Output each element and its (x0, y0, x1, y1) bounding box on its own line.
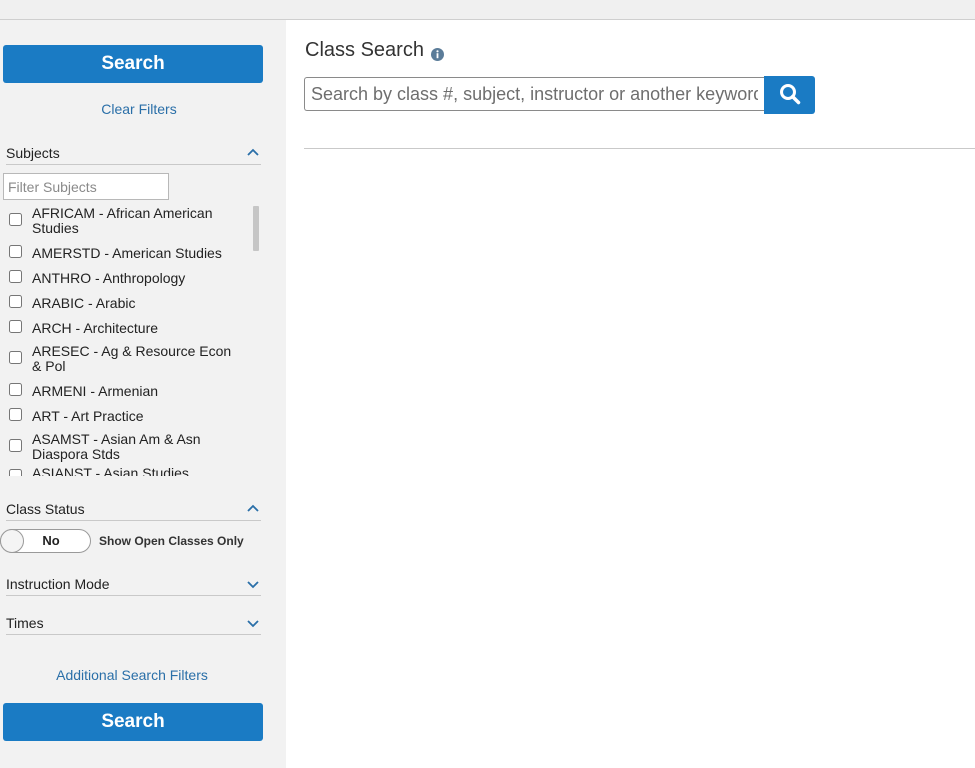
filter-subjects-input[interactable] (3, 173, 169, 200)
chevron-down-icon[interactable] (245, 576, 261, 592)
times-section-header[interactable]: Times (6, 613, 261, 635)
subject-checkbox[interactable] (9, 295, 22, 308)
subject-checkbox[interactable] (9, 439, 22, 452)
subject-checkbox[interactable] (9, 351, 22, 364)
subjects-scrollbar-thumb[interactable] (253, 206, 259, 251)
instruction-mode-section-header[interactable]: Instruction Mode (6, 574, 261, 596)
subject-label: ARMENI - Armenian (32, 383, 159, 399)
search-button-top[interactable]: Search (3, 45, 263, 83)
subject-label: ART - Art Practice (32, 408, 144, 424)
class-status-heading: Class Status (6, 501, 85, 517)
subjects-list[interactable]: AFRICAM - African American Studies AMERS… (0, 204, 262, 476)
subjects-section-header[interactable]: Subjects (6, 143, 261, 165)
subject-label: ASIANST - Asian Studies (32, 465, 189, 477)
page-title: Class Search (305, 39, 424, 61)
instruction-mode-heading: Instruction Mode (6, 576, 110, 592)
subjects-heading: Subjects (6, 145, 60, 161)
additional-search-filters-link[interactable]: Additional Search Filters (0, 667, 264, 683)
subject-checkbox[interactable] (9, 320, 22, 333)
subject-checkbox[interactable] (9, 383, 22, 396)
subject-label: ARESEC - Ag & Resource Econ & Pol (32, 343, 232, 374)
class-search-input[interactable] (304, 77, 764, 111)
clear-filters-link[interactable]: Clear Filters (0, 101, 278, 117)
show-open-classes-label: Show Open Classes Only (99, 534, 244, 548)
chevron-up-icon[interactable] (245, 145, 261, 161)
info-icon[interactable] (430, 44, 444, 61)
subject-label: AMERSTD - American Studies (32, 245, 222, 261)
subject-label: ARABIC - Arabic (32, 295, 136, 311)
page-title-row: Class Search (305, 39, 444, 62)
subject-label: ANTHRO - Anthropology (32, 270, 186, 286)
toggle-value: No (42, 533, 60, 548)
subject-label: AFRICAM - African American Studies (32, 205, 213, 236)
subject-label: ARCH - Architecture (32, 320, 159, 336)
subject-checkbox[interactable] (9, 270, 22, 283)
filters-sidebar: Search Clear Filters Subjects AFRICAM - … (0, 20, 286, 768)
subject-checkbox[interactable] (9, 469, 22, 476)
content-divider (304, 148, 975, 149)
open-classes-toggle[interactable]: No (0, 529, 91, 553)
browser-top-bar (0, 0, 975, 20)
subject-checkbox[interactable] (9, 245, 22, 258)
toggle-knob (0, 529, 24, 553)
chevron-down-icon[interactable] (245, 615, 261, 631)
subject-checkbox[interactable] (9, 213, 22, 226)
subject-label: ASAMST - Asian Am & Asn Diaspora Stds (32, 431, 201, 462)
class-status-section-header[interactable]: Class Status (6, 499, 261, 521)
chevron-up-icon[interactable] (245, 501, 261, 517)
class-search-button[interactable] (764, 76, 815, 114)
subject-checkbox[interactable] (9, 408, 22, 421)
search-button-bottom[interactable]: Search (3, 703, 263, 741)
open-classes-toggle-row: No Show Open Classes Only (0, 529, 286, 553)
times-heading: Times (6, 615, 44, 631)
search-icon (779, 83, 801, 108)
